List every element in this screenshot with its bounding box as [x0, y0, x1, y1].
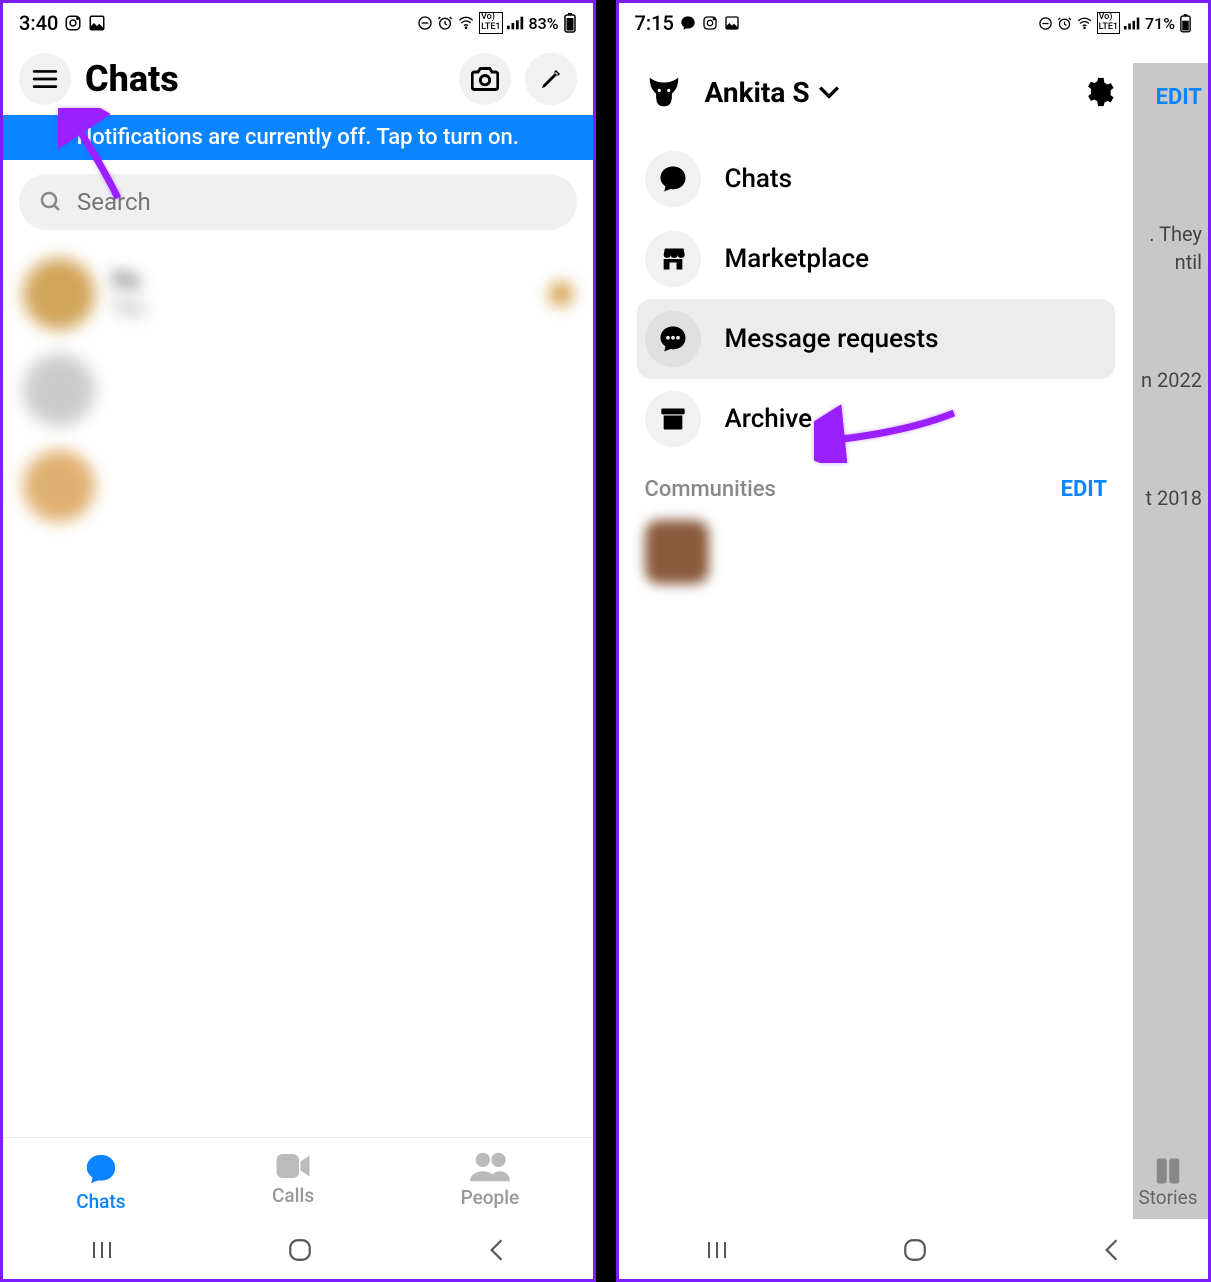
camera-button[interactable] — [459, 53, 511, 105]
status-bar: 3:40 Vo)LTE1 83% — [3, 3, 593, 43]
settings-button[interactable] — [1081, 75, 1115, 109]
phone-right: 7:15 Vo)LTE1 71% EDIT . They ntil n 2022… — [616, 0, 1211, 1282]
communities-label: Communities — [645, 477, 776, 502]
menu-marketplace[interactable]: Marketplace — [637, 219, 1116, 299]
menu-label: Archive — [725, 404, 813, 434]
wifi-icon — [457, 15, 475, 31]
community-item[interactable] — [637, 510, 1116, 594]
dnd-icon — [1038, 16, 1053, 31]
system-nav — [619, 1221, 1209, 1279]
chat-name: Pa — [113, 269, 531, 294]
communities-section-header: Communities EDIT — [637, 459, 1116, 510]
search-bar[interactable] — [19, 174, 577, 230]
stories-label: Stories — [1138, 1186, 1197, 1209]
chat-preview: You — [113, 296, 531, 319]
back-button[interactable] — [486, 1237, 506, 1263]
community-avatar — [645, 520, 709, 584]
menu-chats[interactable]: Chats — [637, 139, 1116, 219]
camera-icon — [471, 67, 499, 91]
stories-icon — [1153, 1156, 1183, 1186]
alarm-icon — [1057, 16, 1072, 31]
edit-link-bg: EDIT — [1156, 85, 1202, 110]
avatar — [23, 450, 95, 522]
drawer-header: Ankita S — [637, 73, 1116, 111]
tab-label: Calls — [272, 1184, 314, 1207]
message-icon — [680, 15, 696, 31]
instagram-icon — [64, 14, 82, 32]
page-title: Chats — [85, 58, 445, 100]
tab-label: People — [461, 1186, 520, 1209]
profile-switcher[interactable]: Ankita S — [705, 76, 1060, 109]
menu-message-requests[interactable]: Message requests — [637, 299, 1116, 379]
message-requests-icon — [658, 324, 688, 354]
avatar — [23, 354, 95, 426]
signal-icon — [507, 16, 525, 30]
chat-item[interactable]: Pa You — [13, 246, 583, 342]
status-battery-text: 83% — [529, 14, 559, 33]
alarm-icon — [437, 15, 453, 31]
battery-icon — [1179, 14, 1192, 33]
gallery-icon — [724, 15, 740, 31]
people-icon — [470, 1152, 510, 1182]
system-nav — [3, 1221, 593, 1279]
marketplace-icon — [658, 245, 688, 273]
chevron-down-icon — [818, 85, 840, 99]
hamburger-icon — [32, 68, 58, 90]
status-bar: 7:15 Vo)LTE1 71% — [619, 3, 1209, 43]
navigation-drawer: Ankita S Chats Marketplace Message reque… — [619, 51, 1134, 1219]
gallery-icon — [88, 14, 106, 32]
tab-chats[interactable]: Chats — [76, 1152, 125, 1213]
bg-text: n 2022 — [1141, 366, 1202, 394]
stories-tab-bg: Stories — [1128, 1129, 1208, 1219]
profile-avatar-icon[interactable] — [645, 73, 683, 111]
signal-icon — [1124, 17, 1141, 30]
compose-button[interactable] — [525, 53, 577, 105]
back-button[interactable] — [1101, 1237, 1121, 1263]
menu-archive[interactable]: Archive — [637, 379, 1116, 459]
tab-label: Chats — [76, 1190, 125, 1213]
bg-text: t 2018 — [1146, 484, 1202, 512]
chat-icon — [658, 164, 688, 194]
chat-bubble-icon — [83, 1152, 119, 1186]
instagram-icon — [702, 15, 718, 31]
wifi-icon — [1076, 16, 1093, 31]
menu-label: Chats — [725, 164, 792, 194]
notification-banner[interactable]: Notifications are currently off. Tap to … — [3, 115, 593, 160]
volte-icon: Vo)LTE1 — [1097, 12, 1120, 34]
home-button[interactable] — [287, 1237, 313, 1263]
menu-label: Message requests — [725, 324, 939, 354]
chat-list: Pa You — [3, 240, 593, 1137]
status-indicator — [549, 282, 573, 306]
home-button[interactable] — [902, 1237, 928, 1263]
status-time: 3:40 — [19, 11, 58, 35]
tab-bar: Chats Calls People — [3, 1137, 593, 1221]
menu-label: Marketplace — [725, 244, 870, 274]
avatar — [23, 258, 95, 330]
archive-icon — [659, 405, 687, 433]
recent-apps-button[interactable] — [90, 1238, 114, 1262]
tab-people[interactable]: People — [461, 1152, 520, 1213]
background-overlay: EDIT . They ntil n 2022 t 2018 — [1128, 63, 1208, 1219]
pencil-icon — [539, 67, 563, 91]
phone-left: 3:40 Vo)LTE1 83% Chats Notifications are… — [0, 0, 596, 1282]
tab-calls[interactable]: Calls — [272, 1152, 314, 1213]
communities-edit-button[interactable]: EDIT — [1061, 477, 1107, 502]
dnd-icon — [417, 15, 433, 31]
recent-apps-button[interactable] — [705, 1238, 729, 1262]
chat-item[interactable] — [13, 438, 583, 534]
bg-text: . They ntil — [1149, 220, 1202, 276]
video-icon — [275, 1152, 311, 1180]
menu-button[interactable] — [19, 53, 71, 105]
status-time: 7:15 — [635, 11, 674, 35]
battery-icon — [563, 13, 577, 33]
profile-name-text: Ankita S — [705, 76, 810, 109]
volte-icon: Vo)LTE1 — [479, 12, 502, 34]
search-icon — [39, 190, 63, 214]
header: Chats — [3, 43, 593, 115]
chat-item[interactable] — [13, 342, 583, 438]
status-battery-text: 71% — [1145, 14, 1175, 33]
search-input[interactable] — [77, 188, 557, 216]
